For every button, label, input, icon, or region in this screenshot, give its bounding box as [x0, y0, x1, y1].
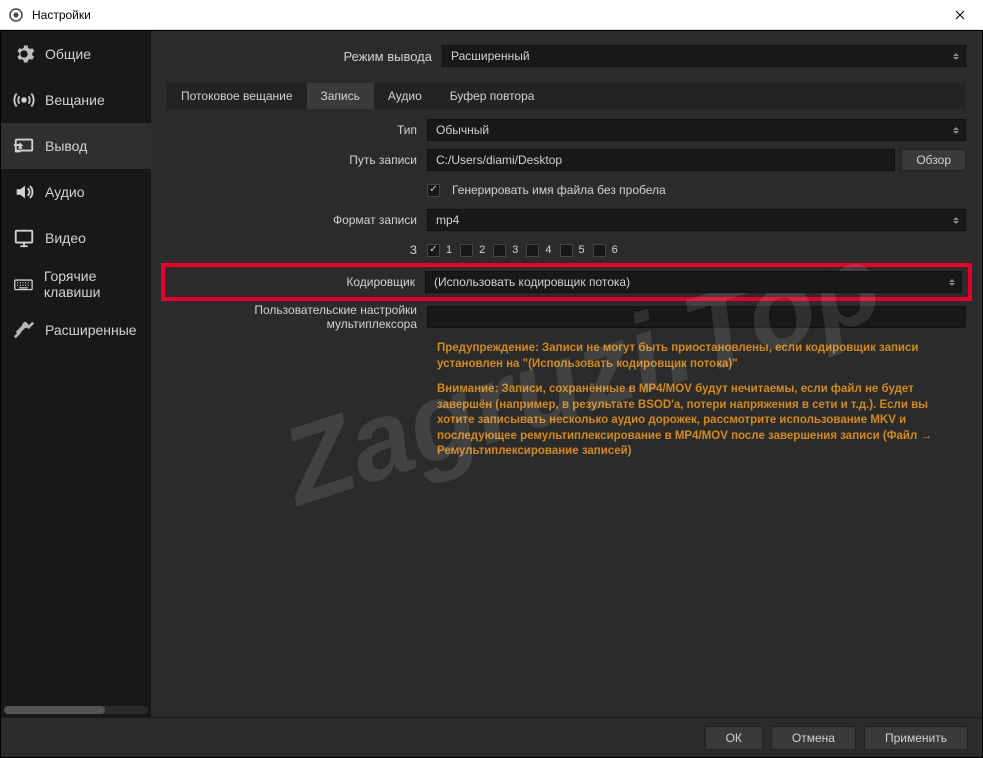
chevron-updown-icon: [949, 122, 963, 138]
close-icon: [955, 10, 965, 20]
mux-label: Пользовательские настройки мультиплексор…: [167, 303, 427, 331]
sidebar-item-stream[interactable]: Вещание: [1, 77, 151, 123]
sidebar-item-label: Аудио: [45, 184, 85, 200]
broadcast-icon: [13, 89, 35, 111]
watermark: Zagruzi.Top: [201, 91, 962, 657]
warning-pause: Предупреждение: Записи не могут быть при…: [437, 341, 966, 372]
tracks-label: З: [167, 243, 427, 257]
sidebar-item-label: Расширенные: [45, 322, 137, 338]
sidebar-item-label: Горячие клавиши: [44, 268, 151, 300]
monitor-icon: [13, 227, 35, 249]
sidebar-item-label: Видео: [45, 230, 86, 246]
track-2-checkbox[interactable]: [460, 244, 473, 257]
tab-recording[interactable]: Запись: [307, 83, 374, 109]
sidebar: Общие Вещание Вывод Аудио: [1, 31, 151, 717]
sidebar-item-label: Вывод: [45, 138, 87, 154]
tab-replay-buffer[interactable]: Буфер повтора: [436, 83, 549, 109]
chevron-updown-icon: [949, 212, 963, 228]
titlebar: Настройки: [0, 0, 983, 30]
track-3-checkbox[interactable]: [493, 244, 506, 257]
sidebar-item-audio[interactable]: Аудио: [1, 169, 151, 215]
ok-button[interactable]: ОК: [705, 726, 763, 750]
main-panel: Zagruzi.Top Режим вывода Расширенный Пот…: [151, 31, 982, 717]
row-path: Путь записи C:/Users/diami/Desktop Обзор: [167, 147, 966, 173]
gear-icon: [13, 43, 35, 65]
warning-mp4: Внимание: Записи, сохранённые в MP4/MOV …: [437, 382, 966, 460]
output-icon: [13, 135, 35, 157]
type-label: Тип: [167, 123, 427, 137]
row-format: Формат записи mp4: [167, 207, 966, 233]
tabs: Потоковое вещание Запись Аудио Буфер пов…: [167, 83, 966, 109]
chevron-updown-icon: [945, 274, 959, 290]
settings-frame: Общие Вещание Вывод Аудио: [0, 30, 983, 758]
sidebar-item-hotkeys[interactable]: Горячие клавиши: [1, 261, 151, 307]
sidebar-item-video[interactable]: Видео: [1, 215, 151, 261]
path-input[interactable]: C:/Users/diami/Desktop: [427, 149, 895, 171]
footer: ОК Отмена Применить: [1, 717, 982, 757]
encoder-highlight: Кодировщик (Использовать кодировщик пото…: [161, 263, 972, 301]
track-6-checkbox[interactable]: [593, 244, 606, 257]
encoder-label: Кодировщик: [171, 275, 425, 289]
row-encoder: Кодировщик (Использовать кодировщик пото…: [167, 267, 966, 297]
sidebar-scrollbar[interactable]: [4, 706, 148, 714]
tab-audio[interactable]: Аудио: [374, 83, 436, 109]
row-tracks: З 1 2 3 4 5 6: [167, 237, 966, 263]
tools-icon: [13, 319, 35, 341]
row-mux: Пользовательские настройки мультиплексор…: [167, 303, 966, 331]
type-select[interactable]: Обычный: [427, 119, 966, 141]
row-generate-filename: Генерировать имя файла без пробела: [167, 177, 966, 203]
sidebar-item-advanced[interactable]: Расширенные: [1, 307, 151, 353]
window-title: Настройки: [32, 8, 937, 22]
content: Общие Вещание Вывод Аудио: [1, 31, 982, 717]
chevron-updown-icon: [949, 48, 963, 64]
sidebar-item-output[interactable]: Вывод: [1, 123, 151, 169]
format-select[interactable]: mp4: [427, 209, 966, 231]
format-label: Формат записи: [167, 213, 427, 227]
tab-streaming[interactable]: Потоковое вещание: [167, 83, 307, 109]
row-type: Тип Обычный: [167, 117, 966, 143]
generate-filename-checkbox[interactable]: [427, 184, 440, 197]
window-close-button[interactable]: [937, 0, 983, 30]
browse-button[interactable]: Обзор: [901, 149, 966, 171]
track-5-checkbox[interactable]: [560, 244, 573, 257]
encoder-select[interactable]: (Использовать кодировщик потока): [425, 271, 962, 293]
path-label: Путь записи: [167, 153, 427, 167]
sidebar-item-label: Общие: [45, 46, 91, 62]
keyboard-icon: [13, 273, 34, 295]
output-mode-label: Режим вывода: [167, 49, 442, 64]
output-mode-select[interactable]: Расширенный: [442, 45, 966, 67]
cancel-button[interactable]: Отмена: [771, 726, 856, 750]
track-1-checkbox[interactable]: [427, 244, 440, 257]
mux-input[interactable]: [427, 306, 966, 328]
apply-button[interactable]: Применить: [864, 726, 968, 750]
sidebar-item-label: Вещание: [45, 92, 105, 108]
generate-filename-label: Генерировать имя файла без пробела: [452, 183, 666, 197]
track-4-checkbox[interactable]: [526, 244, 539, 257]
output-mode-row: Режим вывода Расширенный: [167, 43, 966, 69]
speaker-icon: [13, 181, 35, 203]
sidebar-item-general[interactable]: Общие: [1, 31, 151, 77]
app-icon: [8, 7, 24, 23]
